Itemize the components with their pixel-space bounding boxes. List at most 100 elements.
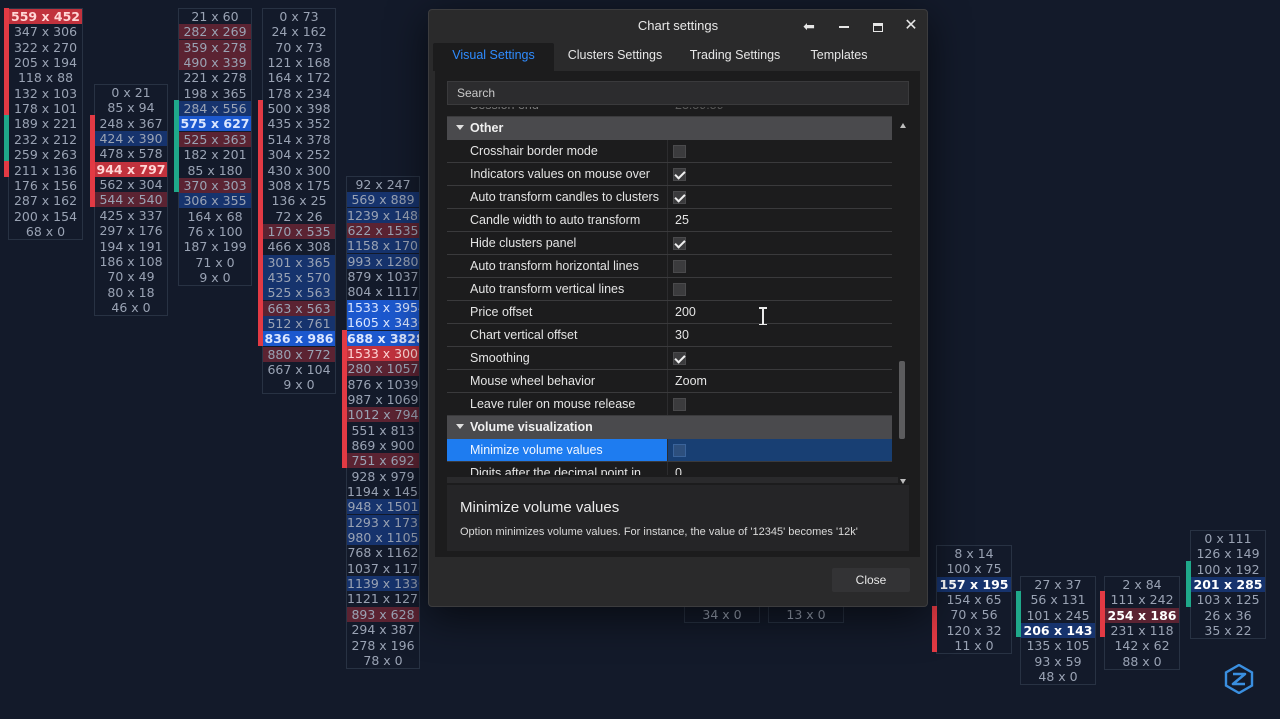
property-row[interactable]: Auto transform horizontal lines xyxy=(447,255,892,278)
cluster-cell: 1121 x 1273 xyxy=(347,591,419,607)
category-header[interactable]: Other xyxy=(447,117,892,140)
cluster-cell: 562 x 304 xyxy=(99,177,163,193)
cluster-cell: 622 x 1535 xyxy=(347,223,419,239)
checkbox[interactable] xyxy=(673,444,686,457)
scroll-up-icon[interactable] xyxy=(900,123,906,128)
property-row[interactable]: Digits after the decimal point in... 0 xyxy=(447,462,892,475)
property-row[interactable]: Auto transform vertical lines xyxy=(447,278,892,301)
cluster-cell: 893 x 628 xyxy=(347,606,419,622)
property-value[interactable] xyxy=(668,255,892,278)
scroll-thumb[interactable] xyxy=(899,361,905,439)
checkbox[interactable] xyxy=(673,168,686,181)
cluster-cell: 1293 x 1732 xyxy=(347,514,419,530)
footprint-cluster[interactable]: 0 x 111 126 x 149 100 x 192 201 x 285 103 x … xyxy=(1190,530,1266,640)
cluster-cell: 322 x 270 xyxy=(13,39,78,55)
column-divider xyxy=(667,324,668,347)
maximize-icon[interactable] xyxy=(866,15,890,37)
property-row[interactable]: Crosshair border mode xyxy=(447,140,892,163)
property-row[interactable]: Minimize volume values xyxy=(447,439,892,462)
property-value[interactable] xyxy=(668,393,892,416)
checkbox[interactable] xyxy=(673,191,686,204)
property-row[interactable]: Price offset 200 xyxy=(447,301,892,324)
property-row[interactable]: Session end23:59:59 xyxy=(447,107,892,117)
cluster-cell: 551 x 813 xyxy=(351,422,415,438)
cluster-cell: 512 x 761 xyxy=(263,316,335,331)
checkbox[interactable] xyxy=(673,283,686,296)
cluster-cell: 35 x 22 xyxy=(1204,623,1252,639)
property-value[interactable]: 200 xyxy=(668,301,892,324)
checkbox[interactable] xyxy=(673,145,686,158)
property-name: Minimize volume values xyxy=(447,439,667,462)
property-value[interactable] xyxy=(668,140,892,163)
footprint-cluster[interactable]: 2 x 84 111 x 242 254 x 186 231 x 118 142 x 6… xyxy=(1104,576,1180,671)
property-row[interactable]: Indicators values on mouse over xyxy=(447,163,892,186)
cluster-cell: 294 x 387 xyxy=(351,622,415,638)
property-row[interactable]: Mouse wheel behavior Zoom xyxy=(447,370,892,393)
cluster-cell: 164 x 172 xyxy=(267,70,331,86)
property-value[interactable] xyxy=(668,278,892,301)
footprint-cluster[interactable]: 559 x 452 347 x 306 322 x 270 205 x 194 118 … xyxy=(8,8,83,241)
property-value[interactable]: Zoom xyxy=(668,370,892,393)
property-value[interactable] xyxy=(668,439,892,462)
footprint-cluster[interactable]: 92 x 247 569 x 889 1239 x 1480 622 x 1535 11… xyxy=(346,176,420,670)
property-value[interactable] xyxy=(668,232,892,255)
cluster-cell: 182 x 201 xyxy=(183,147,247,163)
property-name: Digits after the decimal point in... xyxy=(470,466,652,475)
delta-bar xyxy=(174,100,179,193)
property-value[interactable] xyxy=(668,347,892,370)
cluster-cell: 0 x 73 xyxy=(279,9,319,24)
footprint-cluster[interactable]: 0 x 73 24 x 162 70 x 73 121 x 168 164 x 172 1… xyxy=(262,8,336,394)
cluster-cell: 948 x 1501 xyxy=(347,499,419,515)
property-value[interactable] xyxy=(668,186,892,209)
property-value[interactable]: 0 xyxy=(668,462,892,475)
scroll-down-icon[interactable] xyxy=(900,479,906,484)
checkbox[interactable] xyxy=(673,398,686,411)
cluster-cell: 304 x 252 xyxy=(267,147,331,163)
tab-visual-settings[interactable]: Visual Settings xyxy=(433,43,554,71)
tab-templates[interactable]: Templates xyxy=(796,43,882,71)
footprint-cluster[interactable]: 13 x 0 xyxy=(768,606,844,624)
cluster-cell: 282 x 269 xyxy=(179,24,251,40)
cluster-cell: 72 x 26 xyxy=(275,208,323,224)
close-button[interactable]: Close xyxy=(832,568,910,592)
property-row[interactable]: Hide clusters panel xyxy=(447,232,892,255)
tab-clusters-settings[interactable]: Clusters Settings xyxy=(556,43,674,71)
property-row[interactable]: Smoothing xyxy=(447,347,892,370)
search-input[interactable] xyxy=(447,81,909,105)
cluster-cell: 667 x 104 xyxy=(267,362,331,378)
cluster-cell: 68 x 0 xyxy=(25,223,66,239)
property-value[interactable] xyxy=(668,163,892,186)
tab-bar: Visual Settings Clusters Settings Tradin… xyxy=(433,43,903,71)
footprint-cluster[interactable]: 34 x 0 xyxy=(684,606,760,624)
category-header[interactable]: Volume visualization xyxy=(447,416,892,439)
column-divider xyxy=(667,209,668,232)
title-bar[interactable]: Chart settings ⬅ ✕ xyxy=(429,10,927,42)
minimize-icon[interactable] xyxy=(832,15,856,37)
cluster-cell: 836 x 986 xyxy=(263,331,335,347)
cluster-cell: 103 x 125 xyxy=(1196,592,1260,608)
cluster-cell: 2 x 84 xyxy=(1122,577,1162,592)
footprint-cluster[interactable]: 21 x 60 282 x 269 359 x 278 490 x 339 221 x … xyxy=(178,8,252,287)
property-row[interactable]: Candle width to auto transform 25 xyxy=(447,209,892,232)
cluster-cell: 478 x 578 xyxy=(99,146,163,162)
pin-icon[interactable]: ⬅ xyxy=(797,15,821,37)
cluster-cell: 154 x 65 xyxy=(946,592,1002,608)
checkbox[interactable] xyxy=(673,260,686,273)
horizontal-scrollbar[interactable] xyxy=(447,477,898,483)
footprint-cluster[interactable]: 27 x 37 56 x 131 101 x 245 206 x 143 135 x 1… xyxy=(1020,576,1096,686)
checkbox[interactable] xyxy=(673,352,686,365)
property-row[interactable]: Chart vertical offset 30 xyxy=(447,324,892,347)
footprint-cluster[interactable]: 8 x 14 100 x 75 157 x 195 154 x 65 70 x 56 12… xyxy=(936,545,1012,655)
property-value[interactable]: 30 xyxy=(668,324,892,347)
property-row[interactable]: Leave ruler on mouse release xyxy=(447,393,892,416)
tab-trading-settings[interactable]: Trading Settings xyxy=(680,43,790,71)
cluster-cell: 76 x 100 xyxy=(187,223,243,239)
footprint-cluster[interactable]: 0 x 21 85 x 94 248 x 367 424 x 390 478 x 578… xyxy=(94,84,168,317)
vertical-scrollbar[interactable] xyxy=(898,121,910,486)
property-value[interactable]: 25 xyxy=(668,209,892,232)
atas-logo-icon xyxy=(1224,664,1254,694)
property-row[interactable]: Auto transform candles to clusters xyxy=(447,186,892,209)
checkbox[interactable] xyxy=(673,237,686,250)
cluster-cell: 993 x 1280 xyxy=(347,253,419,269)
close-icon[interactable]: ✕ xyxy=(899,15,923,37)
